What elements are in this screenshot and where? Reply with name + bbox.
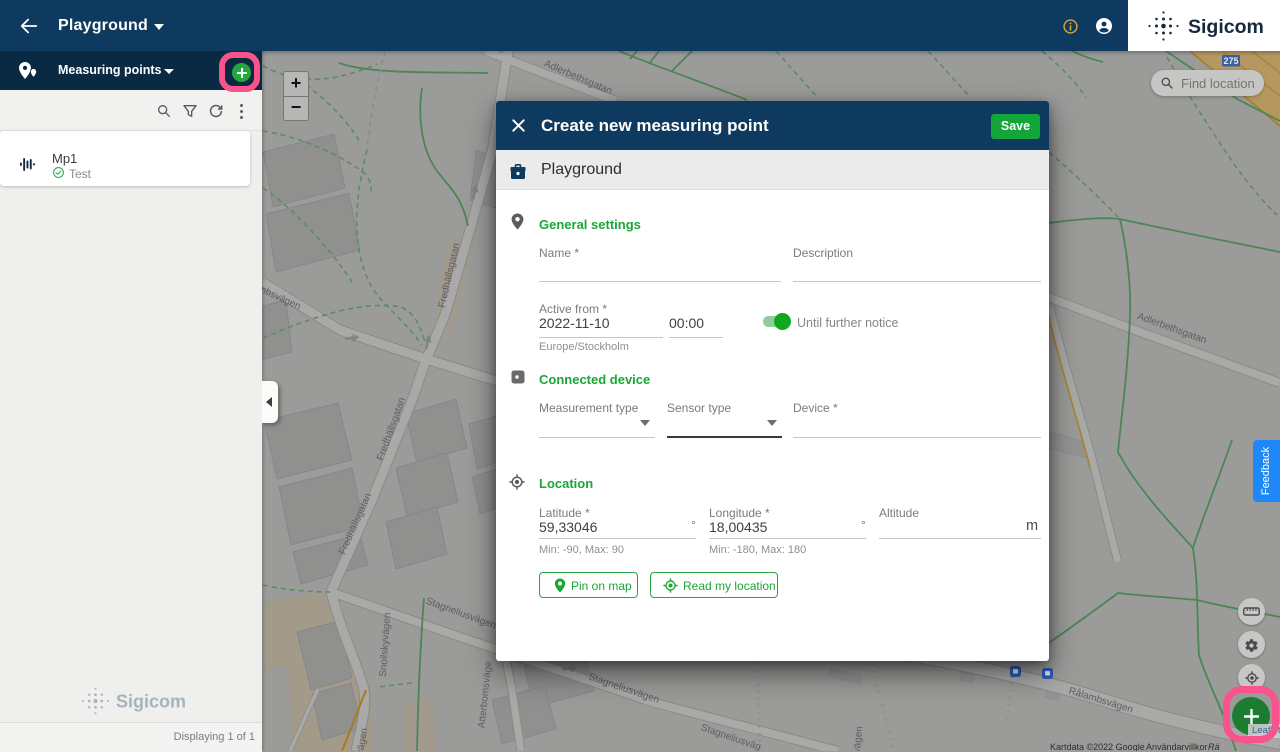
svg-text:Rä: Rä: [1208, 742, 1220, 751]
svg-text:Sigicom: Sigicom: [116, 692, 186, 712]
svg-text:Användarvillkor: Användarvillkor: [1146, 742, 1208, 751]
svg-text:Kartdata ©2022 Google: Kartdata ©2022 Google: [1050, 742, 1145, 751]
svg-text:275: 275: [1223, 56, 1238, 66]
svg-text:Sigicom: Sigicom: [1188, 16, 1264, 38]
